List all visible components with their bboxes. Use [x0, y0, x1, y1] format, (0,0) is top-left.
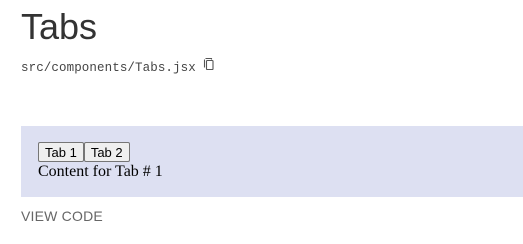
- view-code-link[interactable]: VIEW CODE: [21, 207, 103, 225]
- copy-icon-graphic: [203, 57, 214, 71]
- file-path: src/components/Tabs.jsx: [21, 61, 196, 75]
- tab-content: Content for Tab # 1: [38, 163, 163, 180]
- tab-1-button[interactable]: Tab 1: [38, 142, 84, 162]
- component-preview-panel: Tab 1 Tab 2 Content for Tab # 1: [21, 126, 523, 197]
- copy-icon[interactable]: [203, 57, 215, 71]
- tab-2-button[interactable]: Tab 2: [83, 142, 130, 162]
- page-title: Tabs: [21, 6, 98, 47]
- file-path-row: src/components/Tabs.jsx: [21, 57, 215, 77]
- tab-bar: Tab 1 Tab 2: [38, 142, 130, 162]
